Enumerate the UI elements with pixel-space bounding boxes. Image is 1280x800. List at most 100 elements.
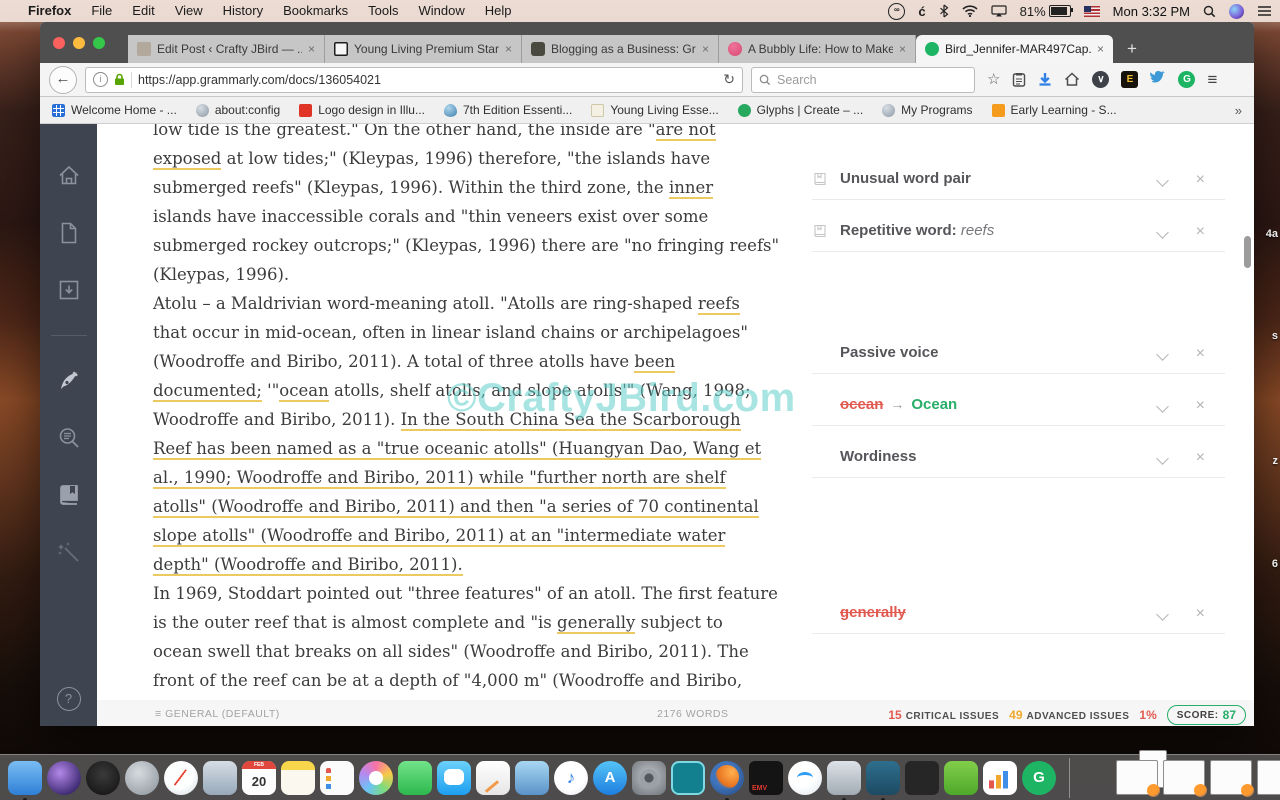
dock-airport-icon[interactable]	[788, 760, 822, 795]
bookmark-item[interactable]: Logo design in Illu...	[299, 103, 425, 117]
help-button[interactable]: ?	[56, 687, 81, 711]
https-lock-icon[interactable]	[114, 73, 125, 86]
document-style-selector[interactable]: ≡ GENERAL (DEFAULT)	[155, 708, 280, 720]
suggestion-replacement-word[interactable]: Ocean	[911, 396, 957, 413]
dock-grammarly-icon[interactable]: G	[1022, 760, 1056, 795]
document-line[interactable]: submerged rockey outcrops;" (Kleypas, 19…	[153, 231, 779, 260]
new-tab-button[interactable]: +	[1113, 35, 1151, 63]
input-source-flag-icon[interactable]	[1083, 5, 1100, 17]
document-line[interactable]: low tide is the greatest." On the other …	[153, 124, 753, 144]
dock-mail-icon[interactable]	[203, 760, 237, 795]
document-line[interactable]: exposed at low tides;" (Kleypas, 1996) t…	[153, 144, 753, 173]
pocket-icon[interactable]: ∨	[1092, 71, 1110, 88]
document-line[interactable]: atolls" (Woodroffe and Biribo, 2011) and…	[153, 492, 759, 521]
minimized-window-thumbnail[interactable]	[1210, 760, 1254, 797]
document-line[interactable]: Reef has been named as a "true oceanic a…	[153, 434, 762, 463]
suggestion-card-wordiness[interactable]: Wordiness ×	[812, 442, 1225, 478]
menu-help[interactable]: Help	[475, 0, 522, 22]
document-icon[interactable]	[57, 221, 81, 245]
document-line[interactable]: is the outer reef that is almost complet…	[153, 608, 753, 637]
bookmark-item[interactable]: Young Living Esse...	[591, 103, 719, 117]
notification-center-icon[interactable]	[1257, 5, 1272, 17]
window-scrollbar-thumb[interactable]	[1244, 236, 1251, 268]
wifi-icon[interactable]	[962, 5, 978, 17]
close-icon[interactable]: ×	[1196, 605, 1205, 623]
creative-cloud-icon[interactable]: ∞	[888, 2, 906, 20]
advanced-issues[interactable]: 49 ADVANCED ISSUES	[1009, 706, 1129, 724]
document-line[interactable]: depth" (Woodroffe and Biribo, 2011).	[153, 550, 753, 579]
dock-bluecam-icon[interactable]	[866, 760, 900, 795]
suggestion-card-generally-delete[interactable]: generally ×	[812, 598, 1225, 634]
browser-tab[interactable]: Edit Post ‹ Crafty JBird — ... ×	[128, 35, 325, 63]
wand-icon[interactable]	[57, 540, 81, 564]
dock-preview-icon[interactable]	[515, 760, 549, 795]
dock-dashboard-icon[interactable]	[86, 760, 120, 795]
zoom-window-button[interactable]	[93, 37, 105, 49]
back-button[interactable]: ←	[49, 65, 77, 94]
airplay-icon[interactable]	[991, 5, 1007, 17]
dock-firefox-icon[interactable]	[710, 760, 744, 795]
dock-pages-icon[interactable]	[476, 760, 510, 795]
spotlight-icon[interactable]	[1203, 5, 1216, 18]
dock-notes-icon[interactable]	[281, 760, 315, 795]
home-icon[interactable]	[1064, 72, 1080, 87]
bird-extension-icon[interactable]	[1150, 70, 1166, 89]
plagiarism-percent[interactable]: 1%	[1139, 708, 1156, 722]
minimize-window-button[interactable]	[73, 37, 85, 49]
app-c-icon[interactable]: ć	[918, 4, 925, 19]
dock-launchpad-icon[interactable]	[125, 760, 159, 795]
chevron-down-icon[interactable]	[1156, 400, 1169, 413]
browser-tab[interactable]: Blogging as a Business: Gr... ×	[522, 35, 719, 63]
dock-itunes-icon[interactable]	[554, 760, 588, 795]
browser-tab[interactable]: A Bubbly Life: How to Make... ×	[719, 35, 916, 63]
chevron-down-icon[interactable]	[1156, 226, 1169, 239]
chevron-down-icon[interactable]	[1156, 608, 1169, 621]
score-badge[interactable]: SCORE: 87	[1166, 705, 1246, 725]
critical-issues[interactable]: 15 CRITICAL ISSUES	[888, 706, 999, 724]
dock-calendar-icon[interactable]: FEB 20	[242, 760, 276, 795]
grammarly-extension-icon[interactable]: G	[1178, 71, 1196, 88]
page-info-icon[interactable]: i	[93, 72, 108, 87]
pen-icon[interactable]	[57, 369, 81, 393]
tab-close-icon[interactable]: ×	[899, 42, 906, 56]
chevron-down-icon[interactable]	[1156, 348, 1169, 361]
document-line[interactable]: front of the reef can be at a depth of "…	[153, 666, 753, 695]
siri-icon[interactable]	[1229, 3, 1244, 19]
minimized-window-thumbnail[interactable]	[1116, 760, 1160, 797]
battery-indicator[interactable]: 81%	[1020, 4, 1073, 19]
dock-messages-icon[interactable]	[437, 760, 471, 795]
menu-bookmarks[interactable]: Bookmarks	[273, 0, 358, 22]
dock-camera10-icon[interactable]	[671, 760, 705, 795]
document-line[interactable]: ocean swell that breaks on all sides" (W…	[153, 637, 753, 666]
document-line[interactable]: Atolu – a Maldrivian word-meaning atoll.…	[153, 289, 753, 318]
menu-hamburger-icon[interactable]: ≡	[1207, 70, 1217, 90]
bluetooth-icon[interactable]	[939, 4, 949, 18]
dock-reminders-icon[interactable]	[320, 760, 354, 795]
dock-imagecapture-icon[interactable]	[827, 760, 861, 795]
dock-charts-icon[interactable]	[983, 760, 1017, 795]
evernote-clipper-icon[interactable]: E	[1121, 71, 1139, 88]
menu-file[interactable]: File	[81, 0, 122, 22]
bookmark-item[interactable]: Glyphs | Create – ...	[737, 103, 863, 117]
document-line[interactable]: (Kleypas, 1996).	[153, 260, 753, 289]
document-line[interactable]: that occur in mid-ocean, often in linear…	[153, 318, 753, 347]
bookmark-item[interactable]: My Programs	[882, 103, 973, 117]
tab-close-icon[interactable]: ×	[308, 42, 315, 56]
suggestion-card-passive-voice[interactable]: Passive voice ×	[812, 338, 1225, 374]
document-line[interactable]: submerged reefs" (Kleypas, 1996). Within…	[153, 173, 753, 202]
close-icon[interactable]: ×	[1196, 345, 1205, 363]
bookmark-item[interactable]: 7th Edition Essenti...	[443, 103, 572, 117]
close-window-button[interactable]	[53, 37, 65, 49]
dock-appstore-icon[interactable]: A	[593, 760, 627, 795]
close-icon[interactable]: ×	[1196, 397, 1205, 415]
dock-photos-icon[interactable]	[359, 760, 393, 795]
plagiarism-icon[interactable]	[57, 426, 81, 450]
document-line[interactable]: (Woodroffe and Biribo, 2011). A total of…	[153, 347, 753, 376]
url-bar[interactable]: i https://app.grammarly.com/docs/1360540…	[85, 66, 743, 93]
dock-finder-icon[interactable]	[8, 760, 42, 795]
url-text[interactable]: https://app.grammarly.com/docs/136054021	[138, 73, 381, 87]
close-icon[interactable]: ×	[1196, 171, 1205, 189]
tab-close-icon[interactable]: ×	[702, 42, 709, 56]
bookmark-star-icon[interactable]: ☆	[987, 72, 1000, 87]
browser-tab[interactable]: Bird_Jennifer-MAR497Cap... ×	[916, 35, 1113, 63]
